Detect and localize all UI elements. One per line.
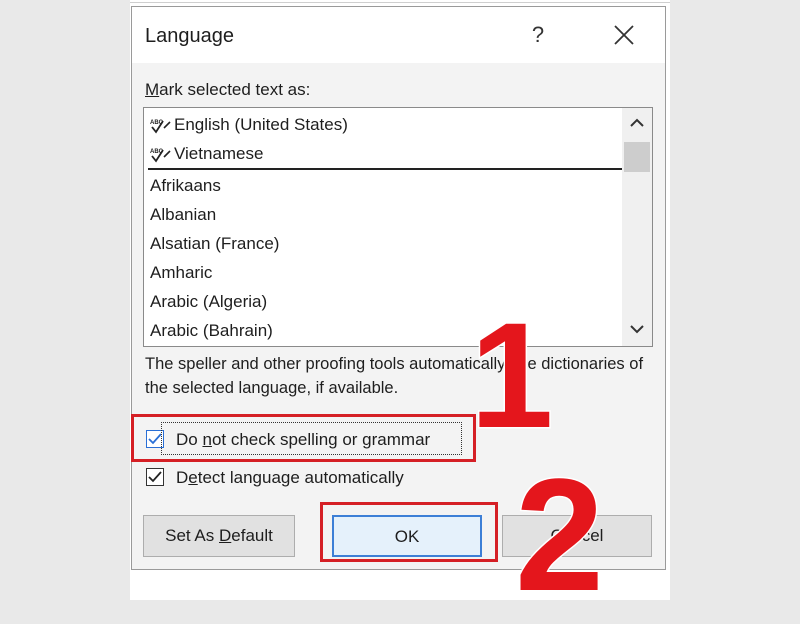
list-item[interactable]: Alsatian (France) — [150, 229, 279, 258]
step-1-label: 1 — [468, 291, 554, 459]
list-scrollbar[interactable] — [622, 108, 652, 346]
list-separator — [148, 168, 622, 170]
spellcheck-icon: ABC — [150, 149, 171, 163]
button-label-pre: Set As — [165, 526, 219, 545]
chevron-down-icon[interactable] — [628, 320, 646, 338]
label-pre: D — [176, 468, 189, 487]
button-label-accel: D — [219, 526, 232, 545]
spellcheck-icon: ABC — [150, 120, 171, 134]
list-item[interactable]: Afrikaans — [150, 171, 221, 200]
scroll-thumb[interactable] — [624, 142, 650, 172]
close-icon — [614, 25, 634, 45]
detect-language-label: Detect language automatically — [176, 468, 404, 488]
language-label: English (United States) — [174, 115, 348, 134]
set-as-default-button[interactable]: Set As Default — [143, 515, 295, 557]
list-item[interactable]: Arabic (Bahrain) — [150, 316, 273, 345]
highlight-box-step2 — [320, 502, 498, 562]
list-item[interactable]: ABC English (United States) — [150, 110, 348, 139]
detect-language-checkbox[interactable] — [146, 468, 164, 486]
language-label: Vietnamese — [174, 144, 264, 163]
mark-selected-label: Mark selected text as: — [145, 80, 310, 100]
step-2-label: 2 — [514, 445, 606, 624]
language-listbox[interactable]: ABC English (United States) ABC Vietname… — [143, 107, 653, 347]
close-button[interactable] — [610, 19, 638, 51]
label-accel: e — [188, 468, 198, 487]
mark-label-post: ark selected text as: — [159, 80, 311, 99]
highlight-box-step1 — [131, 414, 476, 462]
checkmark-icon — [148, 471, 162, 483]
title-bar: Language ? — [132, 7, 665, 63]
proofing-description: The speller and other proofing tools aut… — [145, 355, 644, 397]
list-item[interactable]: Albanian — [150, 200, 216, 229]
help-button[interactable]: ? — [526, 21, 550, 49]
button-label-post: efault — [231, 526, 273, 545]
list-item[interactable]: ABC Vietnamese — [150, 139, 263, 168]
doc-rule — [130, 2, 670, 3]
list-item[interactable]: Arabic (Algeria) — [150, 287, 267, 316]
list-item[interactable]: Amharic — [150, 258, 212, 287]
dialog-title: Language — [145, 25, 234, 47]
label-post: tect language automatically — [197, 468, 404, 487]
chevron-up-icon[interactable] — [628, 114, 646, 132]
mark-label-accel: M — [145, 80, 160, 99]
